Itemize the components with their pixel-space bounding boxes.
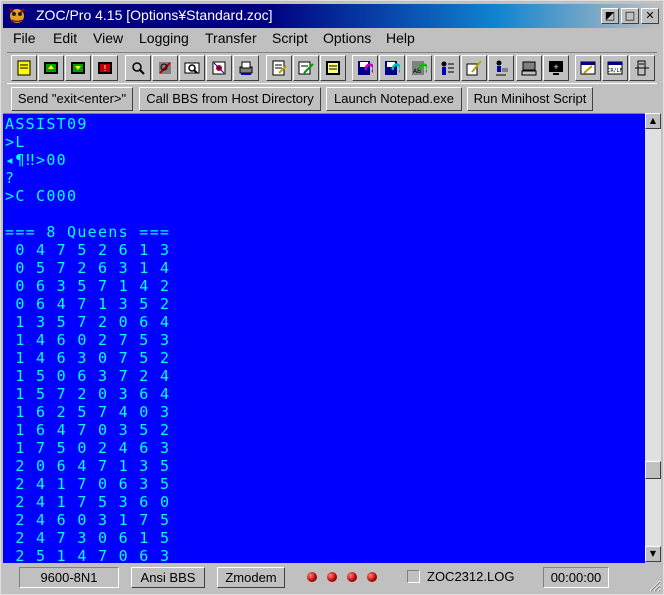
hangup-icon[interactable]: ! [92, 55, 118, 81]
status-led-icon [347, 572, 357, 582]
window-title: ZOC/Pro 4.15 [Options¥Standard.zoc] [36, 7, 273, 23]
run-icon[interactable] [488, 55, 514, 81]
emulation-field[interactable]: Ansi BBS [131, 567, 205, 588]
title-bar[interactable]: ZOC/Pro 4.15 [Options¥Standard.zoc] ◩ □ … [3, 4, 661, 28]
edit-sheet-icon[interactable] [266, 55, 292, 81]
menu-logging[interactable]: Logging [139, 30, 189, 46]
monitor-icon[interactable]: + [543, 55, 569, 81]
menu-transfer[interactable]: Transfer [205, 30, 257, 46]
status-led-icon [307, 572, 317, 582]
resize-grip-icon[interactable] [647, 578, 661, 592]
terminal-screen[interactable]: ASSIST09 >L ◂¶‼>00 ? >C C000 === 8 Queen… [3, 113, 645, 563]
scroll-thumb[interactable] [645, 461, 661, 479]
scroll-up-button[interactable]: ▲ [645, 113, 661, 129]
disk-ab-icon[interactable]: AB [406, 55, 432, 81]
terminal-line: 1 4 6 0 2 7 5 3 [5, 331, 171, 349]
keyboard-icon[interactable] [516, 55, 542, 81]
terminal-line: 1 4 6 3 0 7 5 2 [5, 349, 171, 367]
log-file-name: ZOC2312.LOG [427, 569, 515, 584]
menu-view[interactable]: View [93, 30, 123, 46]
send-exit-button[interactable]: Send "exit<enter>" [11, 87, 133, 111]
status-led-icon [367, 572, 377, 582]
resize-icon[interactable]: ◩ [601, 8, 619, 24]
menu-bar: File Edit View Logging Transfer Script O… [3, 28, 661, 50]
status-bar: 9600-8N1 Ansi BBS Zmodem ZOC2312.LOG 00:… [3, 564, 661, 592]
svg-text:+: + [553, 63, 559, 71]
terminal-line: 2 4 6 0 3 1 7 5 [5, 511, 171, 529]
zoc-app-icon[interactable] [7, 7, 27, 25]
terminal-line: 1 5 7 2 0 3 6 4 [5, 385, 171, 403]
terminal-line: 0 6 3 5 7 1 4 2 [5, 277, 171, 295]
status-led-icon [327, 572, 337, 582]
terminal-line: 1 6 4 7 0 3 5 2 [5, 421, 171, 439]
clipboard-icon[interactable]: CR/LF [602, 55, 628, 81]
tower-icon[interactable] [629, 55, 655, 81]
terminal-line: ◂¶‼>00 [5, 151, 67, 169]
app-window: ZOC/Pro 4.15 [Options¥Standard.zoc] ◩ □ … [0, 0, 664, 595]
terminal-line: === 8 Queens === [5, 223, 171, 241]
connection-timer: 00:00:00 [543, 567, 609, 588]
terminal-line: 1 7 5 0 2 4 6 3 [5, 439, 171, 457]
svg-text:CR/LF: CR/LF [607, 68, 622, 74]
terminal-line: 1 5 0 6 3 7 2 4 [5, 367, 171, 385]
terminal-line: 0 4 7 5 2 6 1 3 [5, 241, 171, 259]
notepad-icon[interactable] [575, 55, 601, 81]
toolbar: ! AB + CR/LF [7, 52, 657, 84]
printer-icon[interactable] [233, 55, 259, 81]
terminal-line: ASSIST09 [5, 115, 88, 133]
tools-icon[interactable] [152, 55, 178, 81]
terminal-icon[interactable] [320, 55, 346, 81]
phone-book-icon[interactable] [11, 55, 37, 81]
logging-checkbox[interactable] [407, 570, 420, 583]
close-button[interactable]: ✕ [641, 8, 659, 24]
terminal-line: ? [5, 169, 16, 187]
disk-load-icon[interactable] [379, 55, 405, 81]
search-icon[interactable] [125, 55, 151, 81]
protocol-field[interactable]: Zmodem [217, 567, 285, 588]
menu-edit[interactable]: Edit [53, 30, 77, 46]
terminal-line: 2 4 1 7 5 3 6 0 [5, 493, 171, 511]
zoom-icon[interactable] [179, 55, 205, 81]
terminal-line: 2 5 1 4 7 0 6 3 [5, 547, 171, 563]
menu-help[interactable]: Help [386, 30, 415, 46]
user-list-icon[interactable] [434, 55, 460, 81]
terminal-line: 2 4 1 7 0 6 3 5 [5, 475, 171, 493]
menu-options[interactable]: Options [323, 30, 371, 46]
settings-icon[interactable] [206, 55, 232, 81]
upload-icon[interactable] [38, 55, 64, 81]
terminal-line: 2 4 7 3 0 6 1 5 [5, 529, 171, 547]
terminal-line: 0 6 4 7 1 3 5 2 [5, 295, 171, 313]
launch-notepad-button[interactable]: Launch Notepad.exe [326, 87, 462, 111]
chat-icon[interactable] [293, 55, 319, 81]
terminal-line: >L [5, 133, 26, 151]
download-icon[interactable] [65, 55, 91, 81]
baud-setting[interactable]: 9600-8N1 [19, 567, 119, 588]
scroll-down-button[interactable]: ▼ [645, 546, 661, 562]
disk-save-icon[interactable] [352, 55, 378, 81]
terminal-line: 1 3 5 7 2 0 6 4 [5, 313, 171, 331]
run-minihost-button[interactable]: Run Minihost Script [467, 87, 593, 111]
terminal-line: 2 0 6 4 7 1 3 5 [5, 457, 171, 475]
maximize-button[interactable]: □ [621, 8, 639, 24]
terminal-line: 1 6 2 5 7 4 0 3 [5, 403, 171, 421]
call-bbs-button[interactable]: Call BBS from Host Directory [139, 87, 321, 111]
terminal-line: >C C000 [5, 187, 78, 205]
pencil-user-icon[interactable] [461, 55, 487, 81]
terminal-line: 0 5 7 2 6 3 1 4 [5, 259, 171, 277]
menu-script[interactable]: Script [272, 30, 308, 46]
vertical-scrollbar[interactable]: ▲ ▼ [645, 113, 661, 562]
menu-file[interactable]: File [13, 30, 36, 46]
svg-text:!: ! [103, 64, 106, 73]
